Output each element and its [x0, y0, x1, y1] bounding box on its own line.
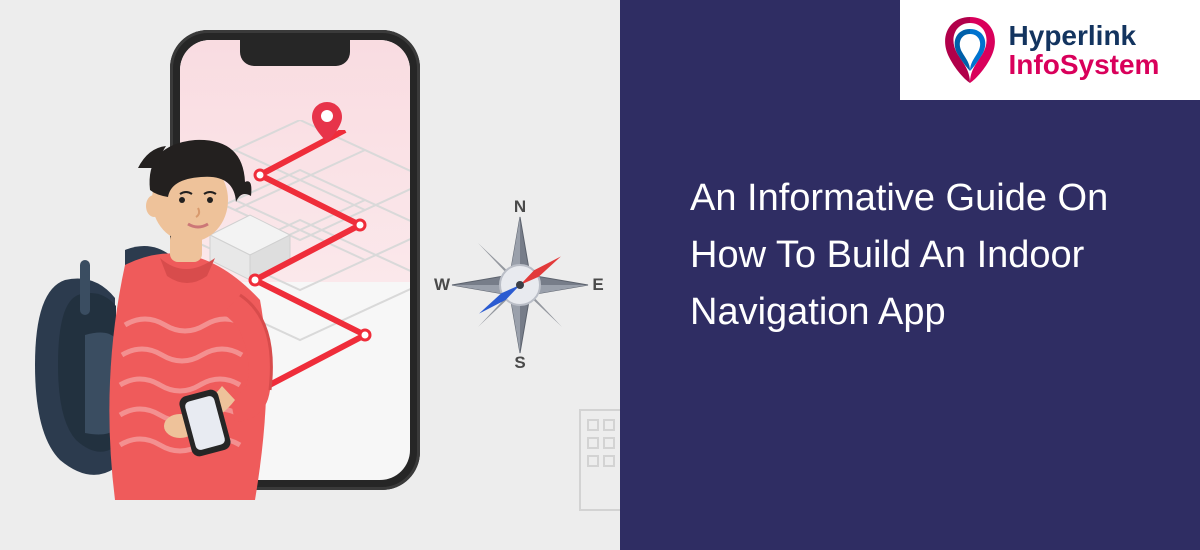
- title-pane: Hyperlink InfoSystem An Informative Guid…: [620, 0, 1200, 550]
- phone-notch: [240, 40, 350, 66]
- illustration-pane: N S E W: [0, 0, 620, 550]
- compass-e-label: E: [588, 275, 608, 295]
- backpack-icon: [35, 260, 120, 475]
- buildings-icon: [570, 360, 620, 520]
- location-pin-icon: [312, 102, 342, 142]
- compass-w-label: W: [432, 275, 452, 295]
- compass-icon: [440, 205, 600, 365]
- banner-heading: An Informative Guide On How To Build An …: [690, 170, 1150, 341]
- logo-word-1: Hyperlink: [1009, 21, 1160, 50]
- brand-logo: Hyperlink InfoSystem: [900, 0, 1200, 100]
- logo-mark-icon: [941, 15, 999, 85]
- compass-rose: N S E W: [440, 205, 600, 365]
- person-illustration: [30, 130, 310, 530]
- promo-banner: N S E W: [0, 0, 1200, 550]
- logo-text: Hyperlink InfoSystem: [1009, 21, 1160, 80]
- logo-word-2: InfoSystem: [1009, 50, 1160, 79]
- compass-n-label: N: [510, 197, 530, 217]
- compass-s-label: S: [510, 353, 530, 373]
